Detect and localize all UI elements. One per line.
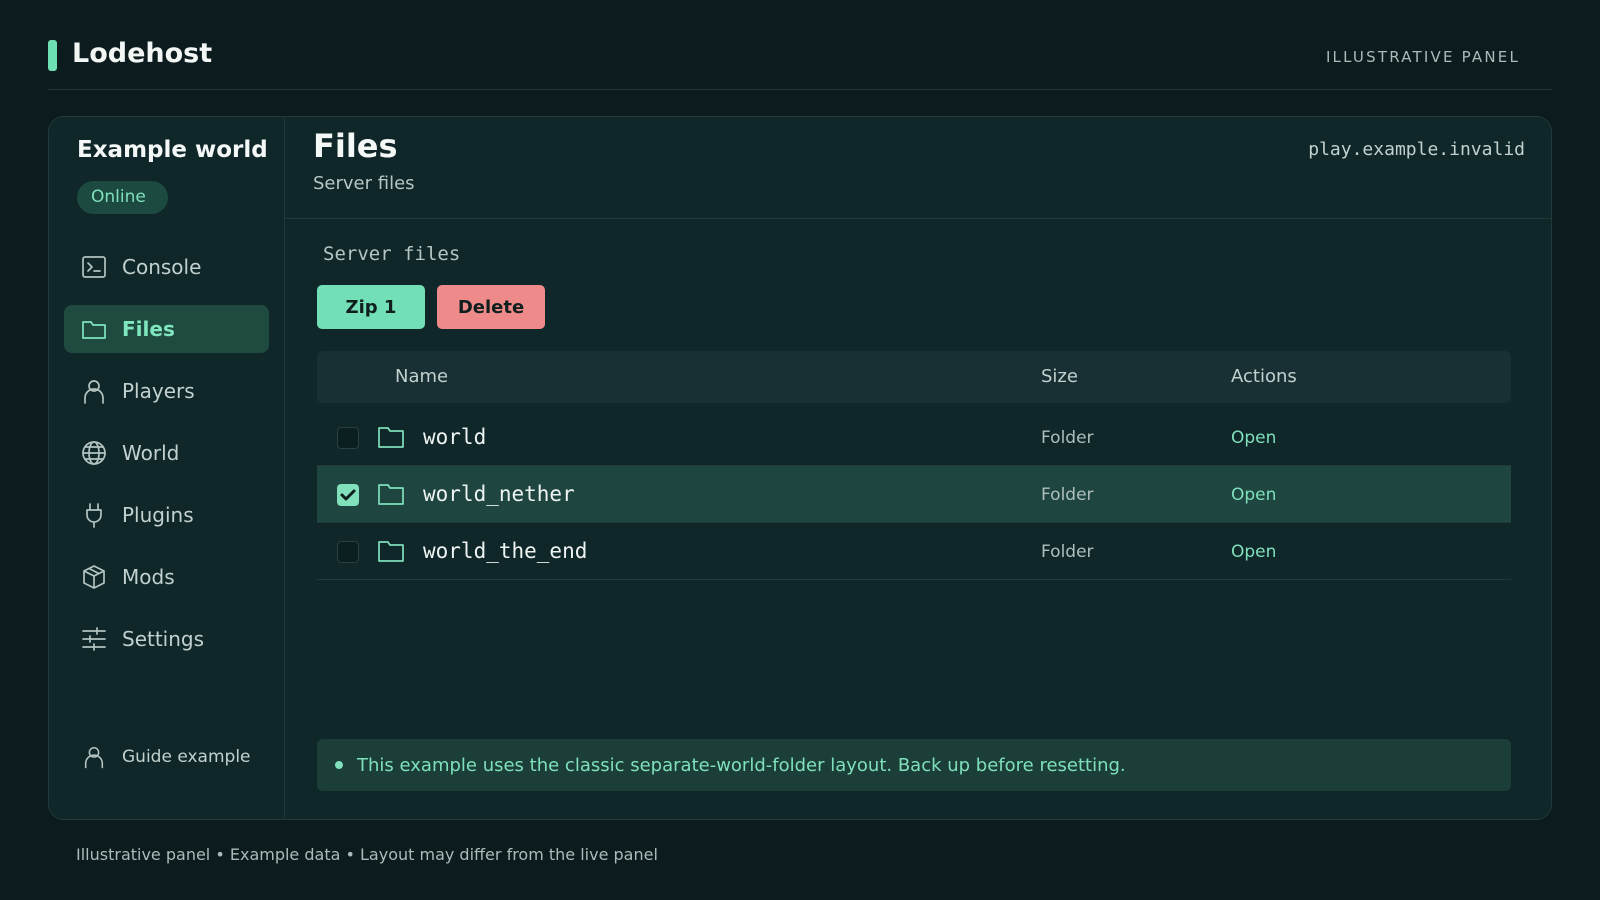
sidebar-item-label: Files <box>122 317 175 341</box>
sidebar-item-label: Console <box>122 255 202 279</box>
sidebar-item-label: Settings <box>122 627 205 651</box>
sidebar-item-settings[interactable]: Settings <box>64 615 269 663</box>
row-checkbox[interactable] <box>337 541 359 563</box>
table-row[interactable]: world Folder Open <box>317 409 1511 466</box>
column-header-name[interactable]: Name <box>395 366 448 387</box>
file-size: Folder <box>1041 542 1094 562</box>
open-link[interactable]: Open <box>1231 428 1276 448</box>
file-name[interactable]: world_nether <box>423 482 575 506</box>
brand-mark <box>48 40 57 71</box>
status-badge: Online <box>77 181 168 214</box>
cube-icon <box>80 563 108 591</box>
row-checkbox[interactable] <box>337 484 359 506</box>
folder-icon <box>80 315 108 343</box>
page-subtitle: Server files <box>313 173 415 194</box>
open-link[interactable]: Open <box>1231 485 1276 505</box>
sidebar: Example world Online Console Files Playe… <box>49 117 285 819</box>
check-icon <box>340 489 356 501</box>
info-notice: This example uses the classic separate-w… <box>317 739 1511 791</box>
notice-text: This example uses the classic separate-w… <box>357 754 1126 776</box>
sidebar-item-console[interactable]: Console <box>64 243 269 291</box>
column-header-actions: Actions <box>1231 366 1297 387</box>
zip-button[interactable]: Zip 1 <box>317 285 425 329</box>
open-link[interactable]: Open <box>1231 542 1276 562</box>
content-header: Files Server files play.example.invalid <box>285 117 1551 219</box>
app-name: Lodehost <box>72 38 213 69</box>
user-icon <box>80 377 108 405</box>
folder-icon <box>377 424 405 454</box>
sidebar-item-plugins[interactable]: Plugins <box>64 491 269 539</box>
guide-label: Guide example <box>122 747 251 767</box>
table-header: Name Size Actions <box>317 351 1511 403</box>
plug-icon <box>80 501 108 529</box>
user-icon <box>80 743 108 771</box>
sidebar-item-label: Players <box>122 379 195 403</box>
top-bar: Lodehost ILLUSTRATIVE PANEL <box>48 0 1552 90</box>
server-address: play.example.invalid <box>1308 139 1525 160</box>
main-content: Files Server files play.example.invalid … <box>285 117 1551 819</box>
sidebar-item-world[interactable]: World <box>64 429 269 477</box>
sidebar-item-label: World <box>122 441 180 465</box>
guide-link[interactable]: Guide example <box>64 737 269 777</box>
sidebar-item-files[interactable]: Files <box>64 305 269 353</box>
file-name[interactable]: world <box>423 425 486 449</box>
sliders-icon <box>80 625 108 653</box>
sidebar-item-mods[interactable]: Mods <box>64 553 269 601</box>
bullet-icon <box>335 761 343 769</box>
section-label: Server files <box>323 243 461 265</box>
delete-button[interactable]: Delete <box>437 285 545 329</box>
globe-icon <box>80 439 108 467</box>
file-table: Name Size Actions world Folder Open worl… <box>317 351 1511 580</box>
footer-note: Illustrative panel • Example data • Layo… <box>76 845 658 864</box>
panel-tag: ILLUSTRATIVE PANEL <box>1325 48 1520 66</box>
folder-icon <box>377 538 405 568</box>
sidebar-item-label: Plugins <box>122 503 194 527</box>
folder-icon <box>377 481 405 511</box>
server-name: Example world <box>77 137 268 163</box>
table-row[interactable]: world_nether Folder Open <box>317 466 1511 523</box>
sidebar-item-label: Mods <box>122 565 175 589</box>
terminal-icon <box>80 253 108 281</box>
file-size: Folder <box>1041 428 1094 448</box>
row-checkbox[interactable] <box>337 427 359 449</box>
column-header-size[interactable]: Size <box>1041 366 1078 387</box>
file-size: Folder <box>1041 485 1094 505</box>
file-name[interactable]: world_the_end <box>423 539 587 563</box>
table-row[interactable]: world_the_end Folder Open <box>317 523 1511 580</box>
page-title: Files <box>313 127 398 165</box>
sidebar-item-players[interactable]: Players <box>64 367 269 415</box>
main-card: Example world Online Console Files Playe… <box>48 116 1552 820</box>
